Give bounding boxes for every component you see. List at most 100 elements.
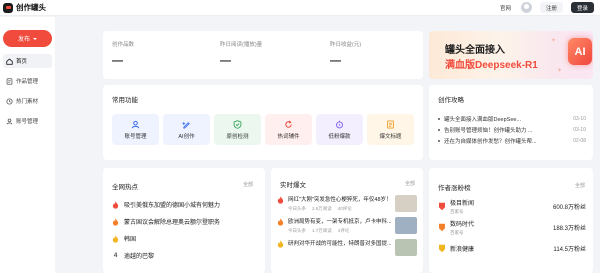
tool-label: AI创作 <box>178 133 195 140</box>
strategy-title: 告别账号管理烦恼！创作罐头助力 ... <box>444 127 533 134</box>
sidebar-item-accounts[interactable]: 账号管理 <box>3 114 52 128</box>
hot-topics-card: 全网热点 全部 吸引美俄东加盟的德国小城有何魅力 蒙古国议会解除总理奥云额尔登职… <box>103 168 265 273</box>
author-fans: 114.5万粉丝 <box>553 247 586 253</box>
top-bar: 创作罐头 官网 注册 登录 <box>0 0 600 16</box>
shield-check-icon <box>233 119 242 129</box>
fire-icon <box>112 200 119 209</box>
list-item[interactable]: 网红"大刚"突发急性心梗猝死，年仅48岁！ 今日头条 2.6万阅读 40评论 <box>277 195 417 217</box>
register-button[interactable]: 注册 <box>539 2 563 13</box>
refresh-icon <box>284 120 293 129</box>
article-source: 今日头条 <box>288 206 306 211</box>
logo[interactable]: 创作罐头 <box>3 2 46 13</box>
avatar[interactable] <box>520 2 532 13</box>
clock-icon <box>6 97 13 105</box>
fire-icon <box>277 218 284 226</box>
list-item[interactable]: 韩国 <box>112 230 260 247</box>
hot-title: 蒙古国议会解除总理奥云额尔登职务 <box>124 220 221 226</box>
tool-originality-check[interactable]: 原创检测 <box>214 114 261 145</box>
author-fans: 188.3万粉丝 <box>552 226 586 232</box>
strategy-date: 03-10 <box>573 126 586 133</box>
tool-low-fans-hits[interactable]: 低粉爆款 <box>316 114 363 145</box>
author-fans: 600.8万粉丝 <box>552 205 586 211</box>
article-thumbnail <box>395 239 417 256</box>
view-all-link[interactable]: 全部 <box>405 180 415 187</box>
fire-icon <box>277 240 284 248</box>
sidebar-item-home[interactable]: 首页 <box>3 54 52 68</box>
article-title: 欧洲局势有变，一架专机抵京，卢卡申科... <box>288 219 391 225</box>
list-item[interactable]: 极目新闻 百家号 600.8万粉丝 <box>438 196 586 217</box>
tool-account-management[interactable]: 账号管理 <box>112 114 159 145</box>
strategy-title: 还在为自媒体创作发愁？创作罐头帮... <box>444 138 537 145</box>
chevron-down-icon <box>33 37 37 40</box>
list-item[interactable]: 4 逾越的巴黎 <box>112 247 260 264</box>
list-item[interactable]: 蒙古国议会解除总理奥云额尔登职务 <box>112 213 260 230</box>
official-site-link[interactable]: 官网 <box>500 4 511 12</box>
strategy-date: 03-10 <box>573 115 586 122</box>
view-all-link[interactable]: 全部 <box>575 182 585 189</box>
article-views: 1.7万阅读 <box>312 228 332 233</box>
banner-title: 罐头全面接入 <box>445 45 505 56</box>
view-all-link[interactable]: 全部 <box>243 181 253 188</box>
list-item[interactable]: 新浪健康 114.5万粉丝 <box>438 238 586 259</box>
section-title: 创作攻略 <box>438 97 464 104</box>
tool-ai-create[interactable]: AI创作 <box>163 114 210 145</box>
author-platform: 百家号 <box>450 230 464 235</box>
list-item[interactable]: 告别账号管理烦恼！创作罐头助力 ... 03-10 <box>438 124 586 135</box>
sidebar-nav: 首页 作品管理 热门素材 账号管理 <box>3 54 52 134</box>
stats-card: 创作品数 — 昨日阅读(播放)量 — 昨日收益(元) — <box>103 31 423 79</box>
stat-value: — <box>330 55 341 67</box>
tool-label: 爆文标题 <box>379 133 402 140</box>
sparkle-icon: ✦ <box>551 38 557 44</box>
deepseek-banner[interactable]: ✦ ✦ 罐头全面接入 满血版Deepseek-R1 AI <box>429 31 593 79</box>
bullet-icon <box>438 139 440 142</box>
sidebar: 发布 首页 作品管理 热门素材 账号管理 <box>0 17 55 273</box>
section-title: 常用功能 <box>112 97 138 104</box>
article-source: 今日头条 <box>288 228 306 233</box>
list-item[interactable]: 数码时代 百家号 188.3万粉丝 <box>438 217 586 238</box>
tool-hot-words[interactable]: 热词辅件 <box>265 114 312 145</box>
publish-label: 发布 <box>17 37 30 43</box>
logo-icon <box>3 2 13 13</box>
account-icon <box>6 118 13 125</box>
ai-badge-icon: AI <box>568 38 592 65</box>
publish-button[interactable]: 发布 <box>3 30 52 47</box>
works-icon <box>6 77 13 85</box>
sparkle-icon: ✦ <box>557 68 563 74</box>
author-name: 新浪健康 <box>450 247 475 253</box>
fire-icon <box>277 196 284 204</box>
login-button[interactable]: 登录 <box>570 2 594 13</box>
article-title: 研判对华开战的可能性，特朗普对多国提... <box>288 241 391 247</box>
tool-label: 原创检测 <box>226 133 249 140</box>
banner-subtitle: 满血版Deepseek-R1 <box>445 60 538 71</box>
article-title: 网红"大刚"突发急性心梗猝死，年仅48岁！ <box>288 197 391 203</box>
explosion-icon <box>335 120 344 129</box>
stat-value: — <box>112 55 123 67</box>
article-views: 2.6万阅读 <box>312 206 332 211</box>
rank-number: 4 <box>113 252 118 259</box>
hot-title: 吸引美俄东加盟的德国小城有何魅力 <box>124 203 221 209</box>
medal-icon <box>439 202 445 211</box>
ai-pen-icon <box>182 120 191 129</box>
tool-label: 账号管理 <box>124 133 147 140</box>
strategy-card: 创作攻略 罐头全面接入满血版DeepSee... 03-10 告别账号管理烦恼！… <box>429 85 593 160</box>
tool-label: 低粉爆款 <box>328 133 351 140</box>
tool-hit-titles[interactable]: 爆文标题 <box>367 114 414 145</box>
list-item[interactable]: 欧洲局势有变，一架专机抵京，卢卡申科... 今日头条 1.7万阅读 4评论 <box>277 217 417 239</box>
section-title: 实时爆文 <box>280 182 306 189</box>
sidebar-item-materials[interactable]: 热门素材 <box>3 94 52 108</box>
fire-icon <box>112 234 119 243</box>
article-thumbnail <box>395 217 417 234</box>
list-item[interactable]: 吸引美俄东加盟的德国小城有何魅力 <box>112 196 260 213</box>
article-thumbnail <box>395 195 417 212</box>
list-item[interactable]: 研判对华开战的可能性，特朗普对多国提... <box>277 239 417 261</box>
stat-income: 昨日收益(元) — <box>330 40 361 67</box>
sidebar-item-label: 热门素材 <box>16 99 39 105</box>
article-comments: 40评论 <box>337 206 352 211</box>
list-item[interactable]: 还在为自媒体创作发愁？创作罐头帮... 02-08 <box>438 135 586 146</box>
strategy-title: 罐头全面接入满血版DeepSee... <box>444 116 522 123</box>
section-title: 作者涨粉榜 <box>438 185 471 192</box>
fire-icon <box>112 217 119 226</box>
list-item[interactable]: 罐头全面接入满血版DeepSee... 03-10 <box>438 113 586 124</box>
sidebar-item-works[interactable]: 作品管理 <box>3 74 52 88</box>
article-comments: 4评论 <box>337 228 350 233</box>
